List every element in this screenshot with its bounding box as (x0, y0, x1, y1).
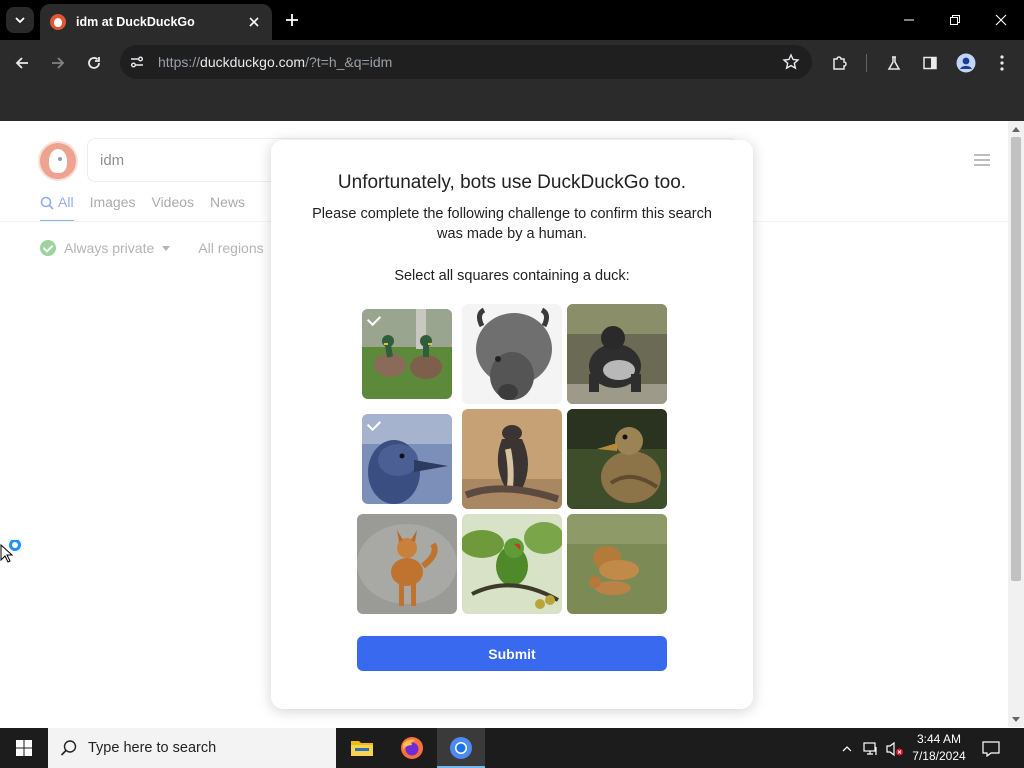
close-icon (995, 14, 1007, 26)
profile-button[interactable] (955, 52, 977, 74)
challenge-tile-2[interactable] (462, 304, 562, 404)
browser-toolbar: https://duckduckgo.com/?t=h_&q=idm (0, 40, 1024, 86)
parrot-image (462, 514, 562, 614)
page-scrollbar[interactable] (1008, 121, 1024, 727)
windows-logo-icon (16, 740, 32, 756)
clock-date: 7/18/2024 (912, 749, 966, 763)
volume-muted-icon (886, 741, 903, 757)
challenge-tile-4[interactable] (362, 414, 452, 504)
menu-button[interactable] (991, 52, 1013, 74)
challenge-prompt: Select all squares containing a duck: (394, 268, 630, 284)
taskbar-search-box[interactable]: Type here to search (48, 728, 336, 768)
labs-button[interactable] (883, 52, 905, 74)
clock-time: 3:44 AM (916, 732, 962, 746)
restore-icon (950, 15, 960, 25)
restore-button[interactable] (932, 6, 978, 34)
search-icon (60, 740, 77, 756)
minimize-icon (904, 19, 914, 21)
url-text: https://duckduckgo.com/?t=h_&q=idm (158, 54, 392, 70)
challenge-tile-7[interactable] (357, 514, 457, 614)
bookmark-star-icon[interactable] (782, 53, 800, 71)
flask-icon (887, 56, 901, 70)
kebab-menu-icon (1000, 55, 1004, 71)
gorilla-image (567, 304, 667, 404)
back-button[interactable] (9, 50, 35, 76)
challenge-subtitle: Please complete the following challenge … (312, 206, 712, 242)
notification-icon (982, 741, 1000, 757)
reload-icon (88, 57, 100, 69)
mallard-hen-image (567, 409, 667, 509)
tab-search-button[interactable] (6, 7, 34, 33)
chevron-up-icon (842, 746, 852, 752)
scroll-up-icon[interactable] (1012, 127, 1020, 132)
challenge-tile-5[interactable] (462, 409, 562, 509)
arrow-left-icon (15, 57, 28, 69)
network-tray-button[interactable] (862, 740, 880, 758)
bot-challenge-modal: Unfortunately, bots use DuckDuckGo too. … (271, 140, 753, 709)
arrow-right-icon (52, 57, 65, 69)
mouse-cursor-icon (0, 540, 21, 563)
cobra-image (462, 409, 562, 509)
new-tab-icon[interactable] (282, 10, 302, 30)
tab-strip: idm at DuckDuckGo (0, 0, 1024, 40)
avatar-icon (956, 53, 976, 73)
url-scheme: https:// (158, 54, 201, 70)
address-bar[interactable]: https://duckduckgo.com/?t=h_&q=idm (120, 45, 812, 79)
firefox-icon (401, 737, 423, 759)
challenge-tile-6[interactable] (567, 409, 667, 509)
challenge-tile-3[interactable] (567, 304, 667, 404)
site-settings-icon[interactable] (128, 53, 146, 71)
toolbar-separator (866, 54, 867, 72)
dog-image (357, 514, 457, 614)
challenge-tile-9[interactable] (567, 514, 667, 614)
minimize-button[interactable] (886, 6, 932, 34)
forward-button[interactable] (45, 50, 71, 76)
network-icon (863, 742, 877, 755)
close-window-button[interactable] (978, 6, 1024, 34)
side-panel-icon (923, 56, 937, 70)
notifications-button[interactable] (982, 740, 1000, 758)
taskbar-chrome[interactable] (437, 728, 485, 768)
tab-title: idm at DuckDuckGo (76, 15, 195, 29)
challenge-tile-1[interactable] (362, 309, 452, 399)
start-button[interactable] (0, 728, 48, 768)
windows-taskbar: Type here to search 3:44 AM 7/18/2024 (0, 728, 1024, 768)
taskbar-search-placeholder: Type here to search (88, 740, 217, 756)
bookmarks-bar (0, 86, 1024, 121)
submit-button[interactable]: Submit (357, 636, 667, 671)
browser-tab[interactable]: idm at DuckDuckGo (40, 4, 272, 40)
scroll-thumb[interactable] (1011, 137, 1021, 581)
taskbar-clock[interactable]: 3:44 AM 7/18/2024 (906, 731, 972, 765)
puzzle-icon (833, 56, 847, 70)
scroll-down-icon[interactable] (1012, 717, 1020, 722)
extensions-button[interactable] (829, 52, 851, 74)
close-icon[interactable] (246, 14, 262, 30)
volume-tray-button[interactable] (886, 740, 904, 758)
url-host: duckduckgo.com (200, 54, 306, 70)
taskbar-firefox[interactable] (388, 728, 436, 768)
taskbar-file-explorer[interactable] (338, 728, 386, 768)
chevron-down-icon (15, 17, 25, 24)
challenge-tile-8[interactable] (462, 514, 562, 614)
challenge-title: Unfortunately, bots use DuckDuckGo too. (337, 172, 687, 193)
side-panel-button[interactable] (919, 52, 941, 74)
show-hidden-icons-button[interactable] (838, 740, 856, 758)
url-path: /?t=h_&q=idm (305, 54, 393, 70)
chrome-icon (450, 737, 472, 759)
bison-image (462, 304, 562, 404)
folder-icon (351, 741, 373, 756)
duckduckgo-favicon-icon (50, 14, 66, 30)
reload-button[interactable] (81, 50, 107, 76)
lion-image (567, 514, 667, 614)
